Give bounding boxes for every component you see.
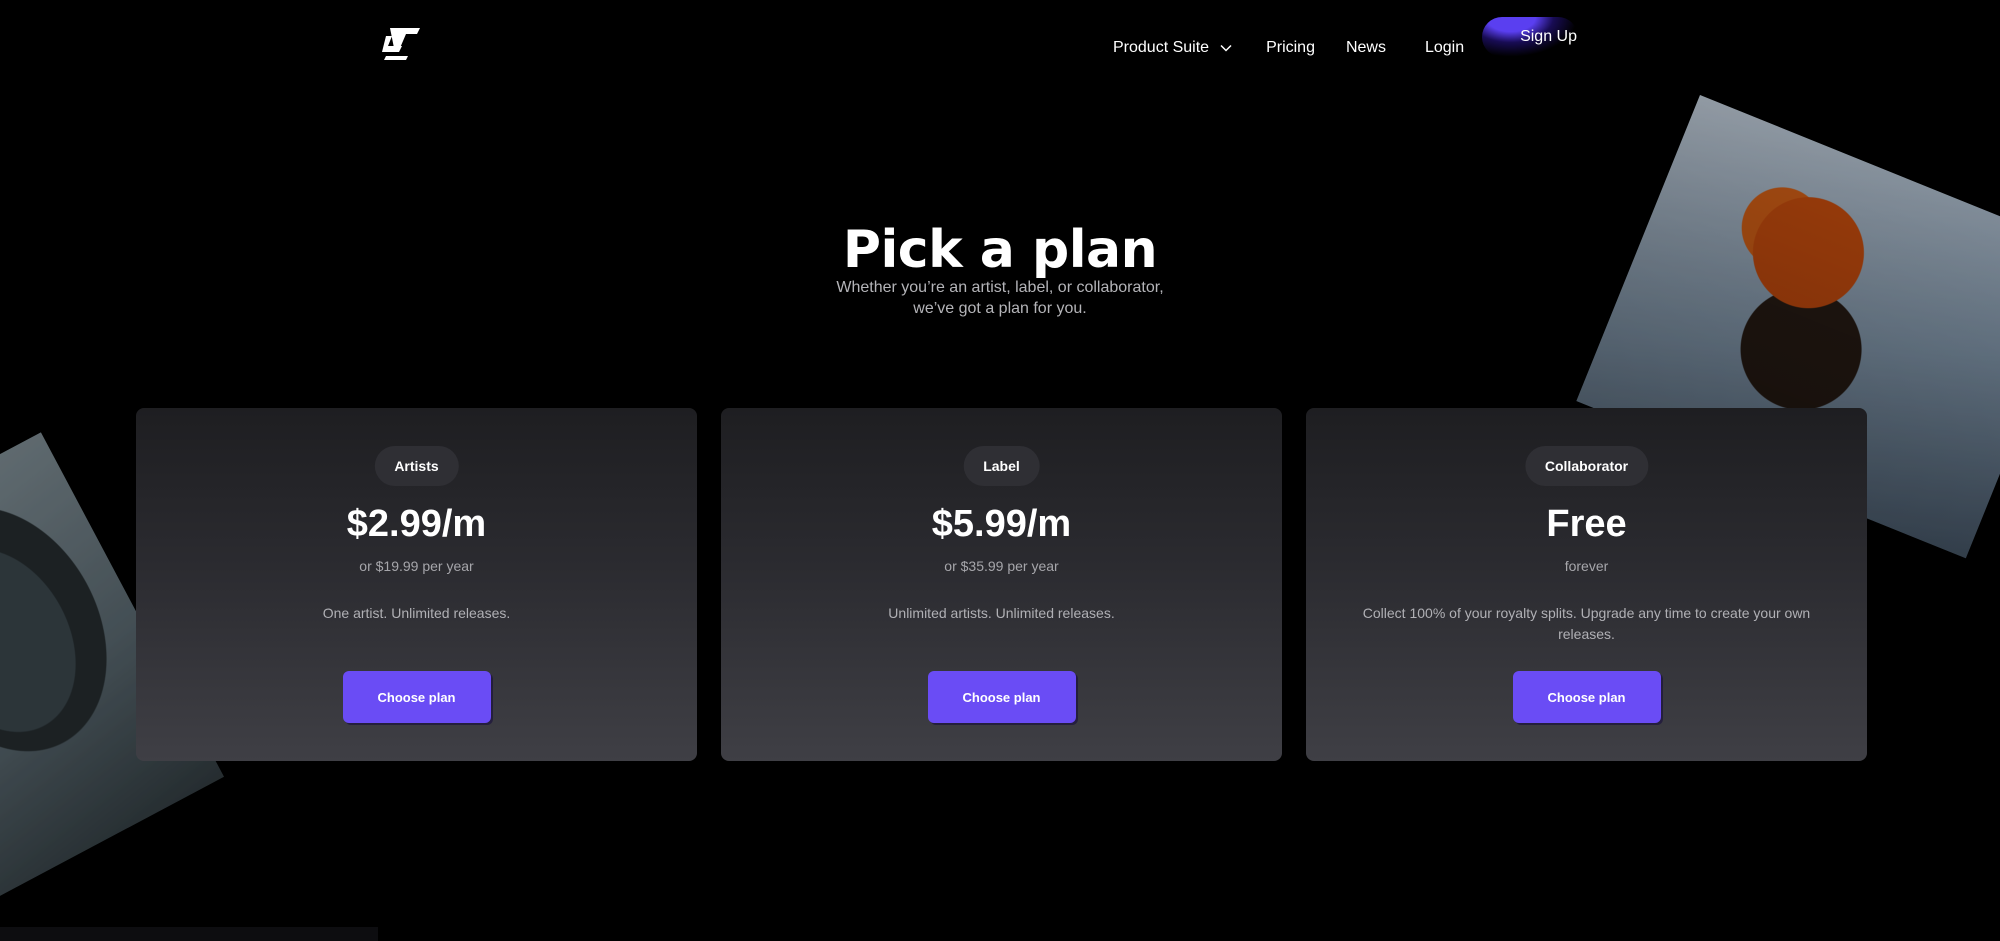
choose-plan-button-artists[interactable]: Choose plan [342, 671, 491, 723]
plan-card-collaborator: Collaborator Free forever Collect 100% o… [1306, 408, 1867, 761]
top-navigation: Product Suite Pricing News Login Sign Up [0, 0, 2000, 95]
plan-card-label: Label $5.99/m or $35.99 per year Unlimit… [721, 408, 1282, 761]
plan-period: or $19.99 per year [359, 558, 474, 574]
nav-login[interactable]: Login [1425, 39, 1464, 57]
nav-links: Product Suite Pricing News Login [1113, 36, 1496, 60]
plan-price: $2.99/m [346, 503, 487, 545]
page-subtitle: Whether you’re an artist, label, or coll… [0, 277, 2000, 319]
pricing-page: Product Suite Pricing News Login Sign Up… [0, 0, 2000, 941]
plan-period: or $35.99 per year [944, 558, 1059, 574]
plan-tag: Artists [374, 446, 459, 486]
chevron-down-icon [1219, 41, 1233, 55]
plan-tag: Label [963, 446, 1040, 486]
plan-price: $5.99/m [931, 503, 1072, 545]
page-subtitle-line-1: Whether you’re an artist, label, or coll… [836, 279, 1164, 296]
plan-tag: Collaborator [1524, 446, 1649, 486]
page-subtitle-line-2: we’ve got a plan for you. [913, 300, 1087, 317]
plan-card-artists: Artists $2.99/m or $19.99 per year One a… [136, 408, 697, 761]
choose-plan-button-label[interactable]: Choose plan [927, 671, 1076, 723]
nav-product-suite[interactable]: Product Suite [1113, 39, 1233, 57]
lt-logo-icon[interactable] [382, 26, 422, 62]
nav-pricing[interactable]: Pricing [1266, 39, 1315, 57]
bottom-strip [0, 927, 378, 941]
plan-price: Free [1546, 503, 1627, 545]
nav-product-suite-label: Product Suite [1113, 39, 1210, 56]
plan-period: forever [1564, 558, 1609, 574]
nav-news[interactable]: News [1346, 39, 1386, 57]
signup-label: Sign Up [1520, 28, 1577, 45]
plan-description: One artist. Unlimited releases. [322, 605, 511, 621]
choose-plan-button-collaborator[interactable]: Choose plan [1512, 671, 1661, 723]
plan-description: Collect 100% of your royalty splits. Upg… [1362, 605, 1811, 642]
signup-button[interactable]: Sign Up [1482, 17, 1578, 57]
page-title: Pick a plan [842, 219, 1158, 280]
plan-description: Unlimited artists. Unlimited releases. [888, 605, 1115, 621]
